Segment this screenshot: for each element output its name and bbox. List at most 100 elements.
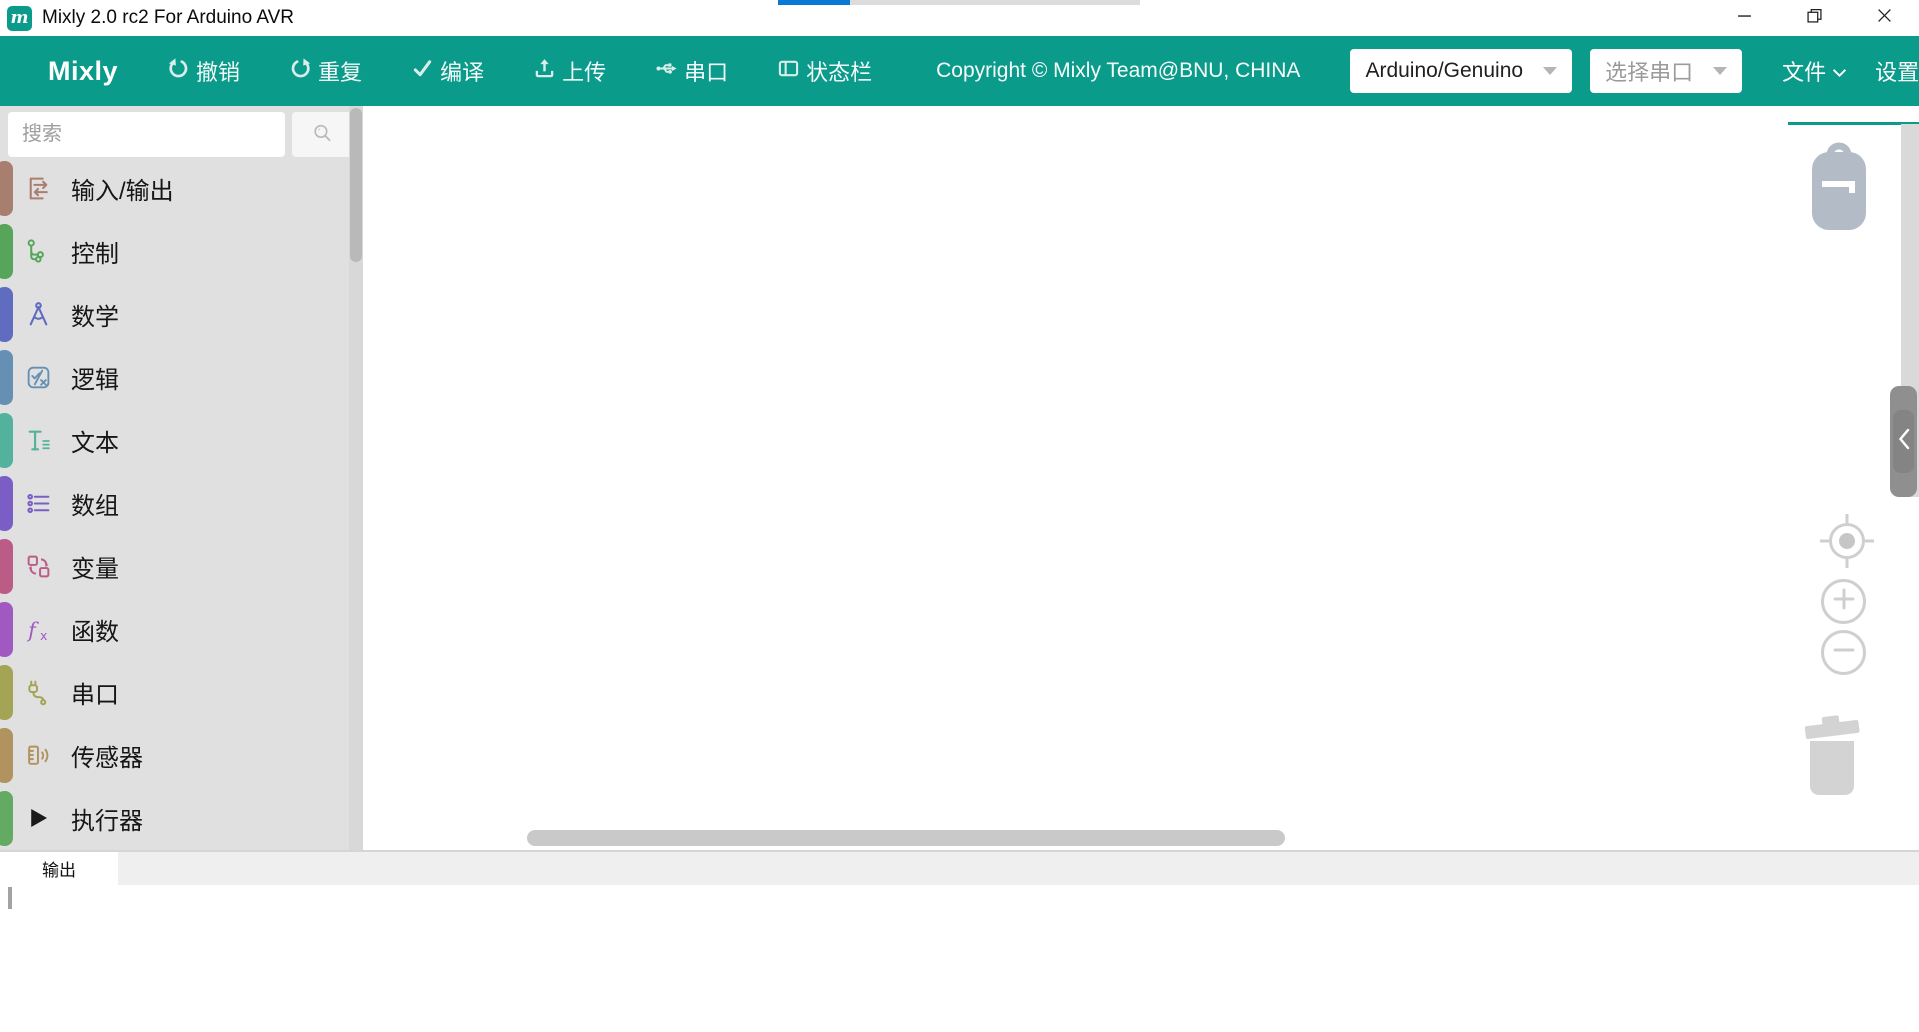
trash-icon[interactable]	[1800, 710, 1864, 802]
category-color-bar	[0, 602, 13, 657]
category-color-bar	[0, 728, 13, 783]
sidebar-category-text[interactable]: 文本	[0, 409, 363, 472]
board-select[interactable]: Arduino/Genuino	[1350, 49, 1572, 93]
toolbar-button-label: 编译	[440, 55, 484, 87]
search-button[interactable]	[292, 112, 353, 157]
main-toolbar: Mixly 撤销 重复 编译 上传 串口 状态栏 Copyright © Mixly Te…	[0, 36, 1919, 106]
toolbar-serial-monitor-button[interactable]: 串口	[656, 55, 728, 87]
category-color-bar	[0, 224, 13, 279]
board-select-value: Arduino/Genuino	[1365, 59, 1523, 83]
blockly-workspace[interactable]	[363, 106, 1919, 850]
chevron-down-icon	[1543, 67, 1557, 75]
mixly-app-window: m Mixly 2.0 rc2 For Arduino AVR	[0, 0, 1919, 1032]
window-title: Mixly 2.0 rc2 For Arduino AVR	[42, 7, 294, 29]
sidebar-scrollbar[interactable]	[349, 106, 363, 850]
text-caret	[8, 887, 12, 909]
category-color-bar	[0, 413, 13, 468]
toolbar-redo-button[interactable]: 重复	[290, 55, 362, 87]
close-icon	[1877, 8, 1892, 28]
sidebar-category-actuator[interactable]: 执行器	[0, 787, 363, 850]
toolbar-button-label: 串口	[684, 55, 728, 87]
copyright-text: Copyright © Mixly Team@BNU, CHINA	[936, 59, 1300, 83]
mixly-logo-icon: m	[7, 6, 32, 31]
toolbar-undo-button[interactable]: 撤销	[168, 55, 240, 87]
loading-progress-bar	[778, 0, 1140, 5]
sidebar-category-io[interactable]: 输入/输出	[0, 157, 363, 220]
svg-text:x: x	[40, 628, 47, 643]
file-menu-label: 文件	[1782, 55, 1826, 87]
output-console[interactable]	[0, 885, 1919, 1032]
tab-output[interactable]: 输出	[0, 852, 118, 885]
actuator-icon	[25, 805, 52, 832]
plus-icon	[1832, 587, 1856, 616]
redo-icon	[290, 58, 311, 85]
sidebar-category-logic[interactable]: 逻辑	[0, 346, 363, 409]
close-button[interactable]	[1849, 0, 1919, 36]
search-input[interactable]	[8, 112, 285, 157]
output-panel: 输出	[0, 850, 1919, 1032]
upload-icon	[534, 58, 555, 85]
block-category-sidebar: 输入/输出控制数学逻辑文本数组变量 fx 函数串口传感器执行器	[0, 106, 363, 850]
variable-icon	[25, 553, 52, 580]
window-icon	[778, 58, 799, 85]
sidebar-category-array[interactable]: 数组	[0, 472, 363, 535]
category-label: 文本	[71, 423, 119, 458]
port-select-value: 选择串口	[1605, 55, 1693, 87]
chevron-down-icon	[1713, 67, 1727, 75]
settings-menu[interactable]: 设置	[1875, 55, 1919, 87]
toolbar-compile-button[interactable]: 编译	[412, 55, 484, 87]
toolbar-button-label: 上传	[562, 55, 606, 87]
toolbar-upload-button[interactable]: 上传	[534, 55, 606, 87]
zoom-out-button[interactable]	[1821, 630, 1866, 675]
minus-icon	[1832, 638, 1856, 667]
svg-text:f: f	[26, 618, 39, 642]
titlebar: m Mixly 2.0 rc2 For Arduino AVR	[0, 0, 1919, 36]
sidebar-category-serial[interactable]: 串口	[0, 661, 363, 724]
brand-label: Mixly	[48, 56, 118, 87]
logic-icon	[25, 364, 52, 391]
check-icon	[412, 58, 433, 85]
category-color-bar	[0, 287, 13, 342]
category-color-bar	[0, 665, 13, 720]
sidebar-category-variable[interactable]: 变量	[0, 535, 363, 598]
category-color-bar	[0, 539, 13, 594]
settings-menu-label: 设置	[1875, 55, 1919, 87]
sidebar-category-control[interactable]: 控制	[0, 220, 363, 283]
toolbar-button-label: 撤销	[196, 55, 240, 87]
sidebar-category-sensor[interactable]: 传感器	[0, 724, 363, 787]
category-list: 输入/输出控制数学逻辑文本数组变量 fx 函数串口传感器执行器	[0, 157, 363, 850]
minimize-button[interactable]	[1709, 0, 1779, 36]
loading-progress-fill	[778, 0, 850, 5]
undo-icon	[168, 58, 189, 85]
zoom-in-button[interactable]	[1821, 579, 1866, 624]
category-label: 数学	[71, 297, 119, 332]
sidebar-category-function[interactable]: fx 函数	[0, 598, 363, 661]
category-label: 逻辑	[71, 360, 119, 395]
category-label: 函数	[71, 612, 119, 647]
sidebar-scrollbar-thumb[interactable]	[350, 108, 362, 262]
category-color-bar	[0, 350, 13, 405]
function-icon: fx	[25, 616, 52, 643]
search-row	[0, 106, 363, 157]
open-code-panel-button[interactable]	[1890, 386, 1917, 497]
restore-button[interactable]	[1779, 0, 1849, 36]
backpack-icon[interactable]	[1808, 140, 1870, 232]
recenter-button[interactable]	[1820, 514, 1874, 573]
category-label: 控制	[71, 234, 119, 269]
minimize-icon	[1737, 8, 1752, 28]
array-icon	[25, 490, 52, 517]
sidebar-category-math[interactable]: 数学	[0, 283, 363, 346]
math-icon	[25, 301, 52, 328]
file-menu[interactable]: 文件	[1782, 55, 1847, 87]
category-label: 执行器	[71, 801, 143, 836]
category-label: 数组	[71, 486, 119, 521]
text-icon	[25, 427, 52, 454]
toolbar-button-label: 重复	[318, 55, 362, 87]
horizontal-scrollbar-thumb[interactable]	[527, 830, 1285, 846]
search-icon	[311, 122, 334, 148]
toolbar-statusbar-button[interactable]: 状态栏	[778, 55, 872, 87]
serial-icon	[25, 679, 52, 706]
port-select[interactable]: 选择串口	[1590, 49, 1742, 93]
usb-icon	[656, 58, 677, 85]
window-controls	[1709, 0, 1919, 36]
